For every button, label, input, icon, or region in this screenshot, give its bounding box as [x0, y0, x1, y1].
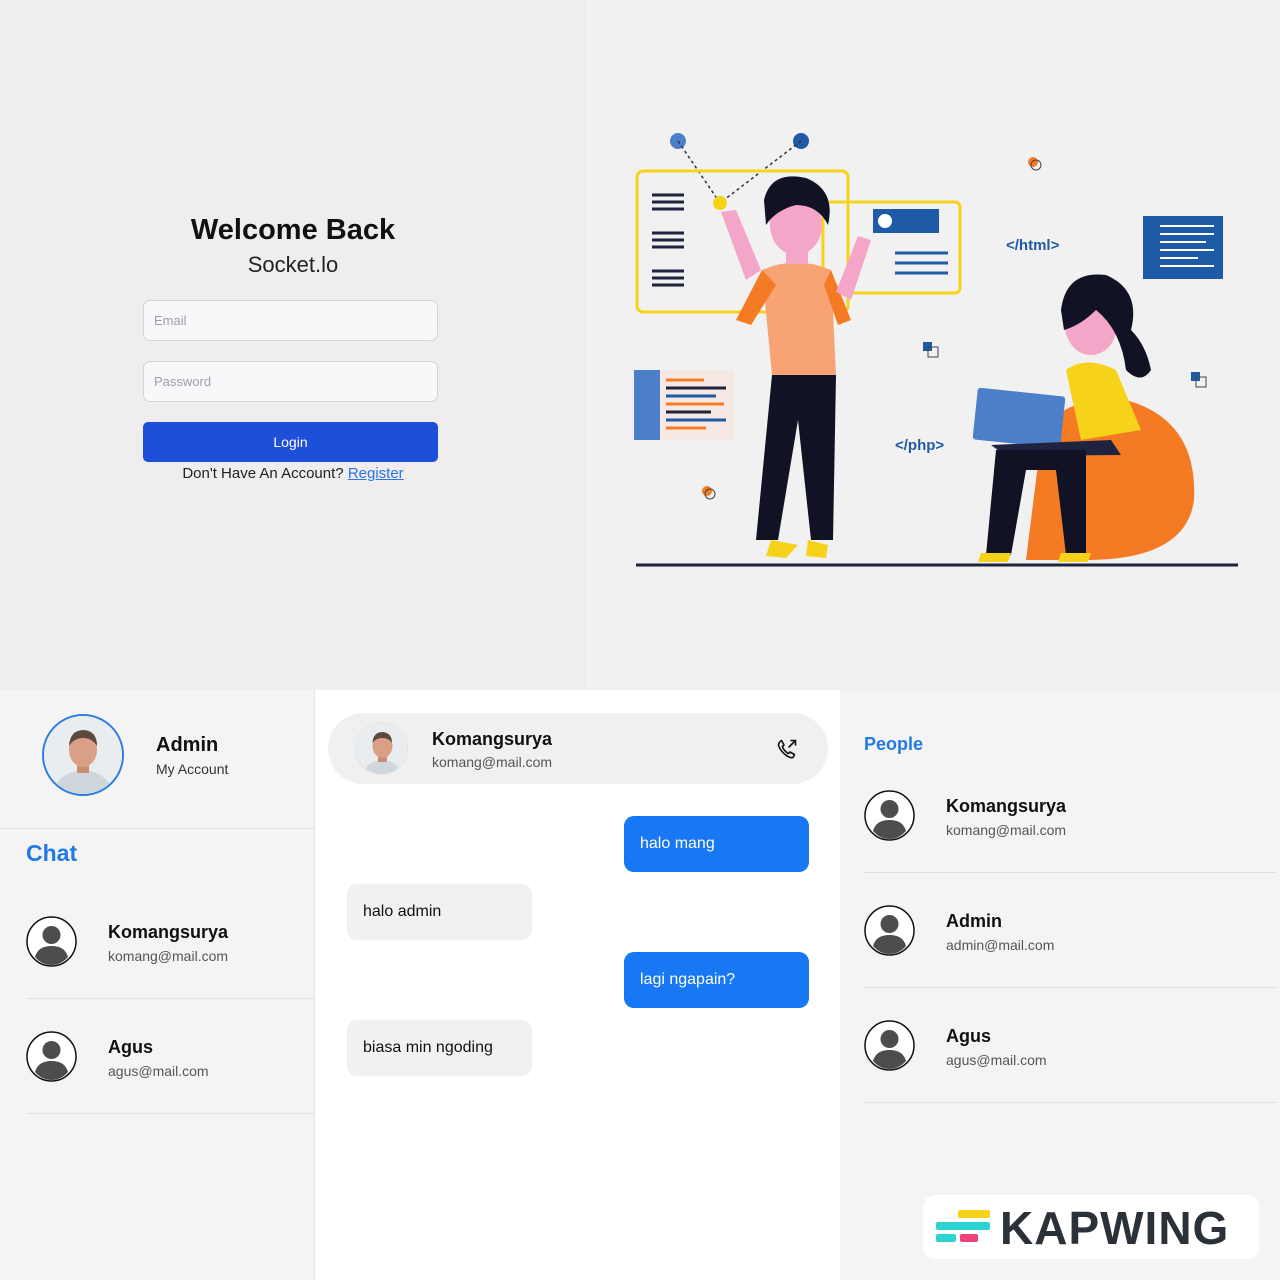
kapwing-wordmark: KAPWING	[1000, 1202, 1230, 1254]
contact-email: komang@mail.com	[108, 948, 229, 964]
register-link[interactable]: Register	[348, 465, 404, 482]
password-field[interactable]	[143, 361, 438, 402]
chat-list-item[interactable]: Agus agus@mail.com	[26, 1031, 314, 1131]
contact-name: Agus	[108, 1037, 153, 1057]
php-tag-label: </php>	[895, 437, 945, 454]
profile-subtitle: My Account	[156, 761, 229, 777]
user-avatar-icon	[26, 916, 77, 967]
kapwing-watermark: KAPWING	[923, 1195, 1259, 1259]
list-divider	[26, 998, 314, 999]
list-divider	[864, 987, 1276, 988]
user-avatar-icon	[864, 905, 915, 956]
chat-heading: Chat	[26, 840, 78, 866]
user-avatar-icon	[26, 1031, 77, 1082]
person-email: komang@mail.com	[946, 822, 1067, 838]
message-incoming: halo admin	[347, 884, 532, 940]
login-panel: Welcome Back Socket.lo Login Don't Have …	[0, 0, 586, 690]
login-button[interactable]: Login	[143, 422, 438, 462]
list-divider	[864, 872, 1276, 873]
register-prompt: Don't Have An Account? Register	[0, 465, 586, 482]
people-panel: People Komangsurya komang@mail.com Admin…	[840, 690, 1280, 1280]
kapwing-logo-icon	[936, 1210, 990, 1242]
message-outgoing: halo mang	[624, 816, 809, 872]
list-divider	[864, 1102, 1276, 1103]
message-outgoing: lagi ngapain?	[624, 952, 809, 1008]
list-divider	[26, 1113, 314, 1114]
chat-header: Komangsurya komang@mail.com	[328, 713, 828, 784]
login-subtitle: Socket.lo	[247, 252, 339, 277]
login-title: Welcome Back	[190, 214, 396, 246]
illustration-panel: </html> </php>	[586, 0, 1280, 690]
html-tag-label: </html>	[1006, 237, 1060, 254]
person-email: agus@mail.com	[946, 1052, 1047, 1068]
developers-illustration	[634, 133, 1238, 567]
message-incoming: biasa min ngoding	[347, 1020, 532, 1076]
people-list-item[interactable]: Komangsurya komang@mail.com	[864, 790, 1276, 890]
person-email: admin@mail.com	[946, 937, 1055, 953]
people-list-item[interactable]: Admin admin@mail.com	[864, 905, 1276, 1005]
user-photo-icon	[356, 723, 407, 774]
chat-partner-avatar[interactable]	[355, 722, 408, 775]
sidebar-divider	[0, 828, 314, 829]
phone-call-icon[interactable]	[775, 737, 799, 761]
people-heading: People	[864, 734, 924, 754]
person-name: Admin	[946, 911, 1002, 931]
chat-partner-email: komang@mail.com	[432, 754, 553, 770]
contact-email: agus@mail.com	[108, 1063, 209, 1079]
email-field[interactable]	[143, 300, 438, 341]
profile-name: Admin	[156, 734, 219, 756]
people-list-item[interactable]: Agus agus@mail.com	[864, 1020, 1276, 1120]
person-name: Agus	[946, 1026, 991, 1046]
user-avatar-icon	[864, 1020, 915, 1071]
chat-panel: Komangsurya komang@mail.com halo mang ha…	[314, 690, 840, 1280]
contact-name: Komangsurya	[108, 922, 229, 942]
chat-partner-name: Komangsurya	[432, 729, 553, 749]
user-photo-icon	[44, 716, 122, 794]
no-account-text: Don't Have An Account?	[182, 465, 344, 482]
person-name: Komangsurya	[946, 796, 1067, 816]
chat-sidebar: Admin My Account Chat Komangsurya komang…	[0, 690, 314, 1280]
user-avatar-icon	[864, 790, 915, 841]
chat-list-item[interactable]: Komangsurya komang@mail.com	[26, 916, 314, 1016]
profile-avatar[interactable]	[42, 714, 124, 796]
